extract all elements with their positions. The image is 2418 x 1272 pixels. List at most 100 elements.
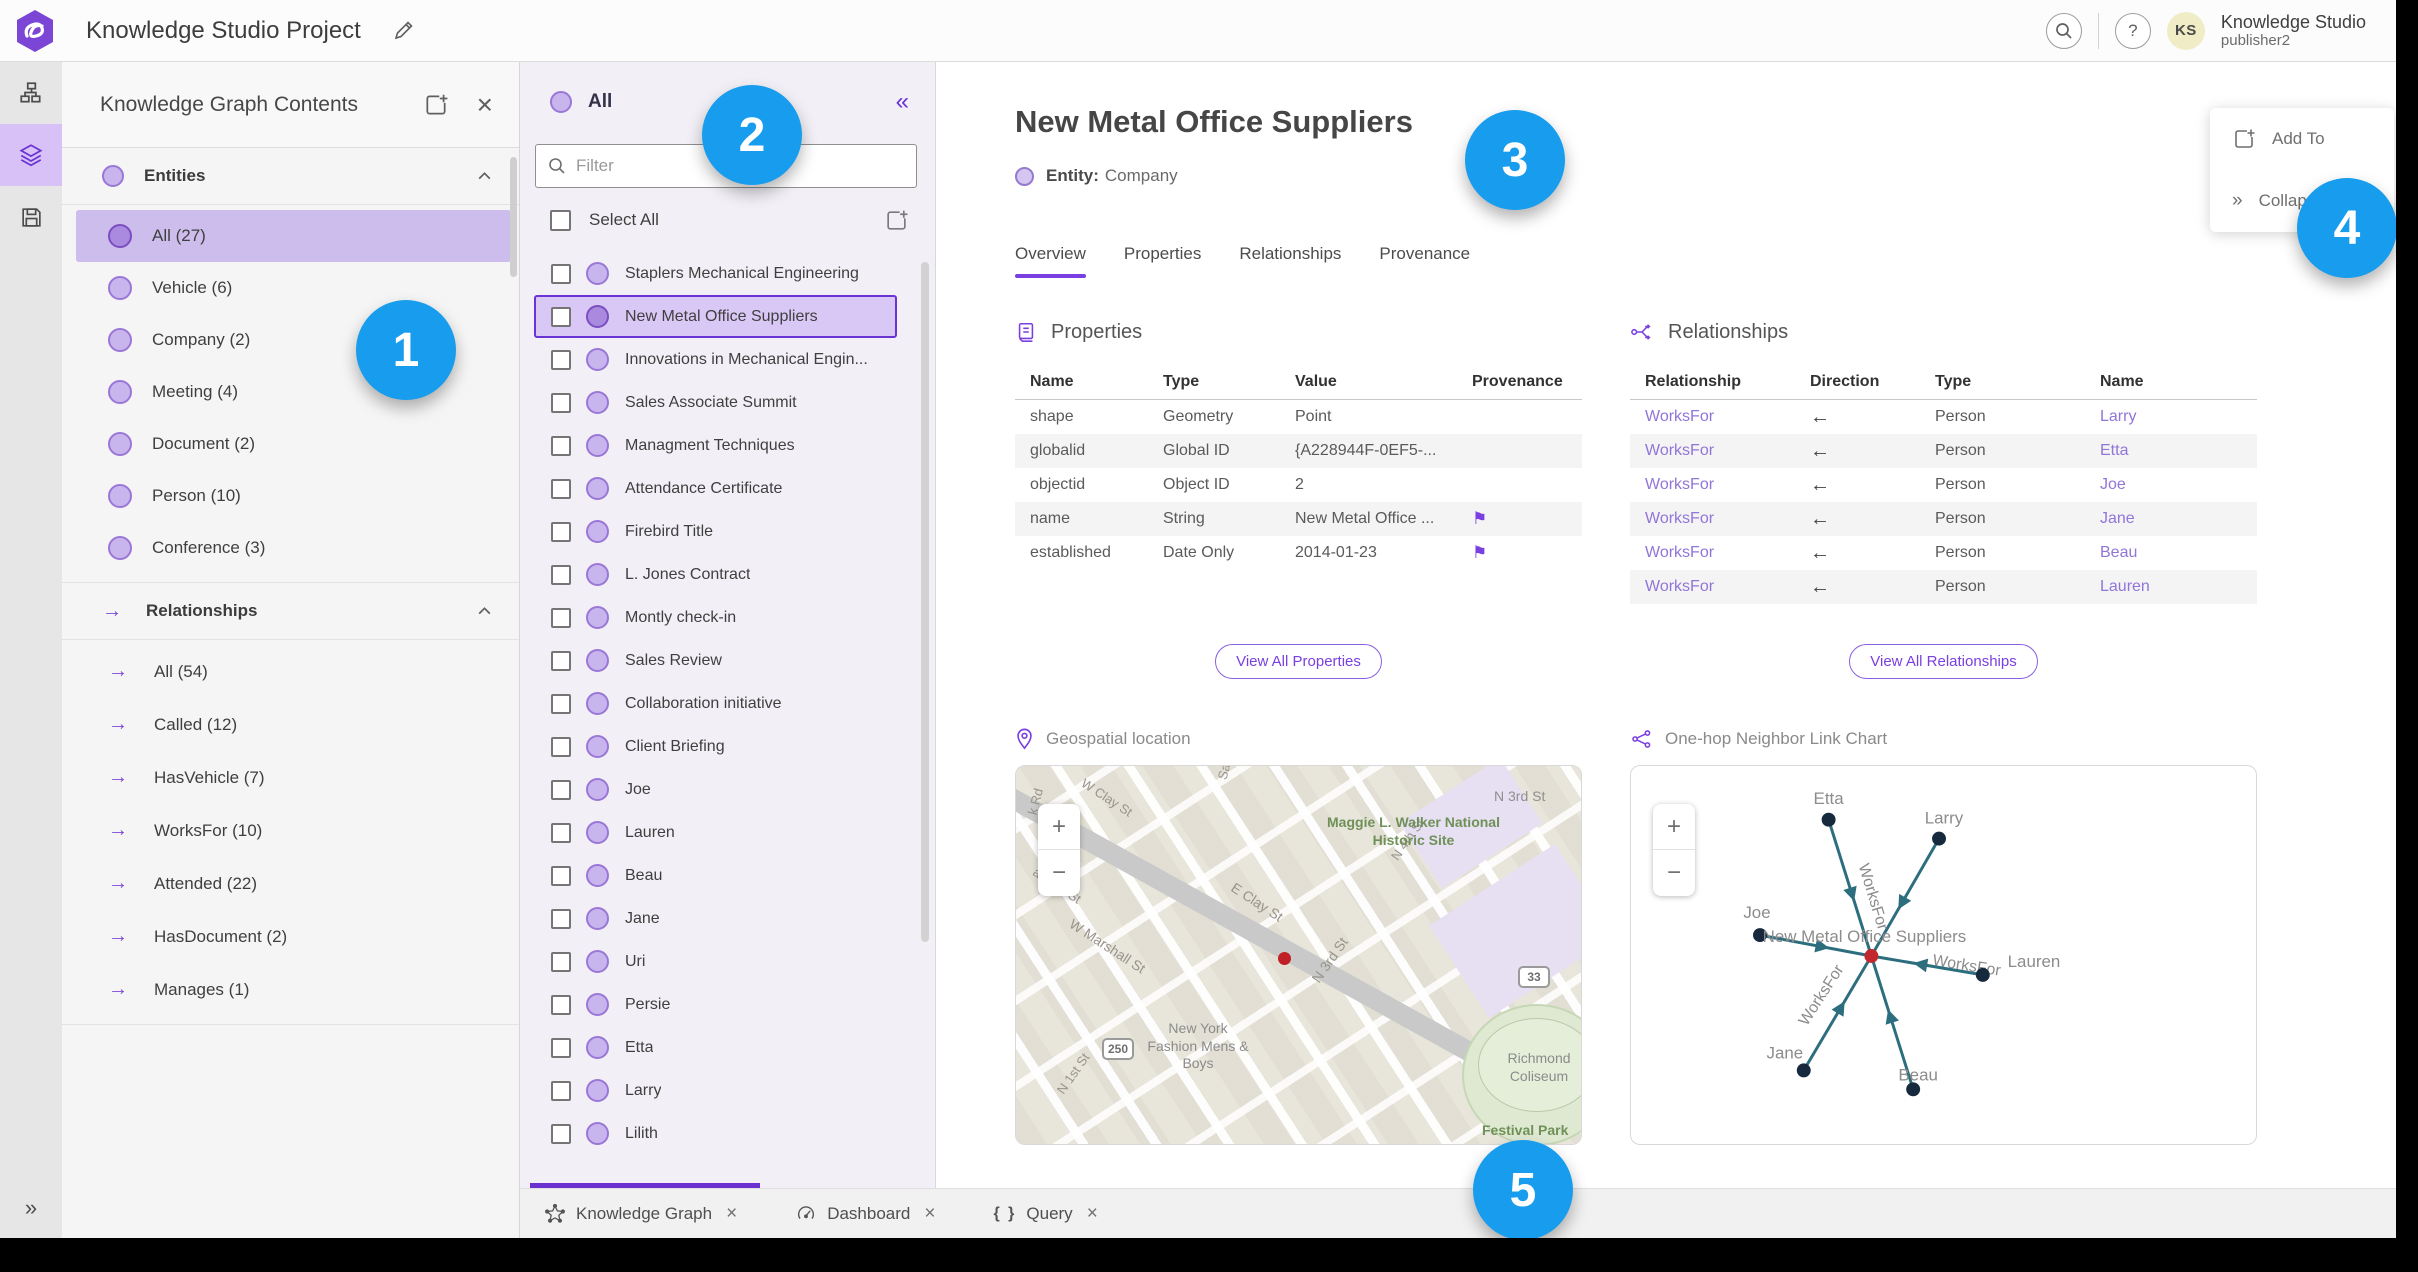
relationship-type-item[interactable]: → HasDocument (2)	[76, 910, 511, 963]
relationships-section-header[interactable]: → Relationships	[62, 583, 519, 640]
item-checkbox[interactable]	[551, 865, 571, 886]
node-larry[interactable]	[1932, 831, 1946, 846]
save-button[interactable]	[0, 186, 62, 248]
item-checkbox[interactable]	[551, 521, 571, 542]
graph-list-item[interactable]: Managment Techniques	[534, 424, 897, 467]
entity-type-item[interactable]: Document (2)	[76, 418, 511, 470]
graph-list-item[interactable]: Jane	[534, 897, 897, 940]
close-tab-icon[interactable]: ×	[726, 1203, 737, 1225]
relationship-type-item[interactable]: → Attended (22)	[76, 857, 511, 910]
item-checkbox[interactable]	[551, 1080, 571, 1101]
node-beau[interactable]	[1906, 1082, 1921, 1097]
avatar[interactable]: KS	[2166, 11, 2205, 50]
item-checkbox[interactable]	[551, 263, 571, 284]
graph-list-item[interactable]: New Metal Office Suppliers	[534, 295, 897, 338]
graph-list-item[interactable]: Lilith	[534, 1112, 897, 1155]
graph-list-item[interactable]: Attendance Certificate	[534, 467, 897, 510]
related-entity-link[interactable]: Etta	[2100, 442, 2257, 460]
item-checkbox[interactable]	[551, 779, 571, 800]
relationship-link[interactable]: WorksFor	[1645, 442, 1810, 460]
graph-list-item[interactable]: Sales Review	[534, 639, 897, 682]
expand-rail-button[interactable]: »	[0, 1186, 62, 1230]
relationship-link[interactable]: WorksFor	[1645, 578, 1810, 596]
close-tab-icon[interactable]: ×	[1087, 1203, 1098, 1225]
entity-type-item[interactable]: All (27)	[76, 210, 511, 262]
contents-view-button[interactable]	[0, 124, 62, 186]
graph-list-item[interactable]: L. Jones Contract	[534, 553, 897, 596]
zoom-out-button[interactable]: −	[1038, 850, 1080, 896]
entities-section-header[interactable]: Entities	[62, 148, 519, 205]
relationship-type-item[interactable]: → WorksFor (10)	[76, 804, 511, 857]
node-etta[interactable]	[1821, 812, 1836, 827]
detail-tab[interactable]: Properties	[1124, 244, 1201, 278]
graph-list-item[interactable]: Beau	[534, 854, 897, 897]
relationship-type-item[interactable]: → All (54)	[76, 645, 511, 698]
view-all-properties-button[interactable]: View All Properties	[1215, 644, 1382, 679]
tab-query[interactable]: { } Query ×	[993, 1203, 1097, 1225]
item-checkbox[interactable]	[551, 1123, 571, 1144]
node-center[interactable]	[1864, 949, 1879, 963]
add-to-new-button[interactable]	[880, 204, 913, 237]
item-checkbox[interactable]	[551, 736, 571, 757]
graph-list-item[interactable]: Montly check-in	[534, 596, 897, 639]
search-button[interactable]	[2045, 12, 2082, 49]
detail-tab[interactable]: Relationships	[1239, 244, 1341, 278]
graph-list-item[interactable]: Lauren	[534, 811, 897, 854]
zoom-in-button[interactable]: +	[1038, 804, 1080, 850]
entity-type-item[interactable]: Vehicle (6)	[76, 262, 511, 314]
item-checkbox[interactable]	[551, 607, 571, 628]
view-all-relationships-button[interactable]: View All Relationships	[1849, 644, 2038, 679]
graph-list-item[interactable]: Innovations in Mechanical Engin...	[534, 338, 897, 381]
item-checkbox[interactable]	[551, 564, 571, 585]
graph-list-item[interactable]: Joe	[534, 768, 897, 811]
provenance-flag-icon[interactable]: ⚑	[1472, 509, 1582, 529]
relationship-link[interactable]: WorksFor	[1645, 408, 1810, 426]
item-checkbox[interactable]	[551, 650, 571, 671]
help-button[interactable]: ?	[2114, 12, 2151, 49]
add-to-new-button[interactable]	[419, 88, 453, 122]
related-entity-link[interactable]: Joe	[2100, 476, 2257, 494]
detail-tab[interactable]: Provenance	[1379, 244, 1470, 278]
provenance-flag-icon[interactable]: ⚑	[1472, 543, 1582, 563]
related-entity-link[interactable]: Larry	[2100, 408, 2257, 426]
graph-list-item[interactable]: Uri	[534, 940, 897, 983]
user-info[interactable]: Knowledge Studio publisher2	[2221, 12, 2366, 50]
schema-view-button[interactable]	[0, 62, 62, 124]
add-to-button[interactable]: Add To	[2210, 108, 2394, 170]
list-scrollbar[interactable]	[921, 262, 929, 942]
item-checkbox[interactable]	[551, 994, 571, 1015]
item-checkbox[interactable]	[551, 478, 571, 499]
entity-type-item[interactable]: Conference (3)	[76, 522, 511, 574]
geospatial-map[interactable]: k Rd W Clay St Sa N 3rd St arshall St W …	[1015, 765, 1582, 1145]
detail-tab[interactable]: Overview	[1015, 244, 1086, 278]
zoom-out-button[interactable]: −	[1653, 850, 1695, 896]
item-checkbox[interactable]	[551, 951, 571, 972]
tab-dashboard[interactable]: Dashboard ×	[795, 1203, 935, 1225]
relationship-type-item[interactable]: → Called (12)	[76, 698, 511, 751]
relationship-type-item[interactable]: → HasVehicle (7)	[76, 751, 511, 804]
graph-list-item[interactable]: Firebird Title	[534, 510, 897, 553]
select-all-checkbox[interactable]	[550, 209, 571, 231]
panel-scrollbar[interactable]	[510, 157, 517, 277]
relationship-link[interactable]: WorksFor	[1645, 476, 1810, 494]
related-entity-link[interactable]: Lauren	[2100, 578, 2257, 596]
item-checkbox[interactable]	[551, 908, 571, 929]
entity-type-item[interactable]: Person (10)	[76, 470, 511, 522]
node-lauren[interactable]	[1975, 967, 1990, 982]
graph-list-item[interactable]: Persie	[534, 983, 897, 1026]
item-checkbox[interactable]	[551, 392, 571, 413]
graph-list-item[interactable]: Etta	[534, 1026, 897, 1069]
item-checkbox[interactable]	[551, 693, 571, 714]
graph-list-item[interactable]: Collaboration initiative	[534, 682, 897, 725]
collapse-panel-icon[interactable]: «	[896, 88, 909, 116]
related-entity-link[interactable]: Jane	[2100, 510, 2257, 528]
relationship-link[interactable]: WorksFor	[1645, 510, 1810, 528]
item-checkbox[interactable]	[551, 306, 571, 327]
close-tab-icon[interactable]: ×	[924, 1203, 935, 1225]
graph-list-item[interactable]: Larry	[534, 1069, 897, 1112]
relationship-link[interactable]: WorksFor	[1645, 544, 1810, 562]
item-checkbox[interactable]	[551, 349, 571, 370]
item-checkbox[interactable]	[551, 1037, 571, 1058]
graph-list-item[interactable]: Staplers Mechanical Engineering	[534, 252, 897, 295]
tab-knowledge-graph[interactable]: Knowledge Graph ×	[544, 1203, 737, 1225]
